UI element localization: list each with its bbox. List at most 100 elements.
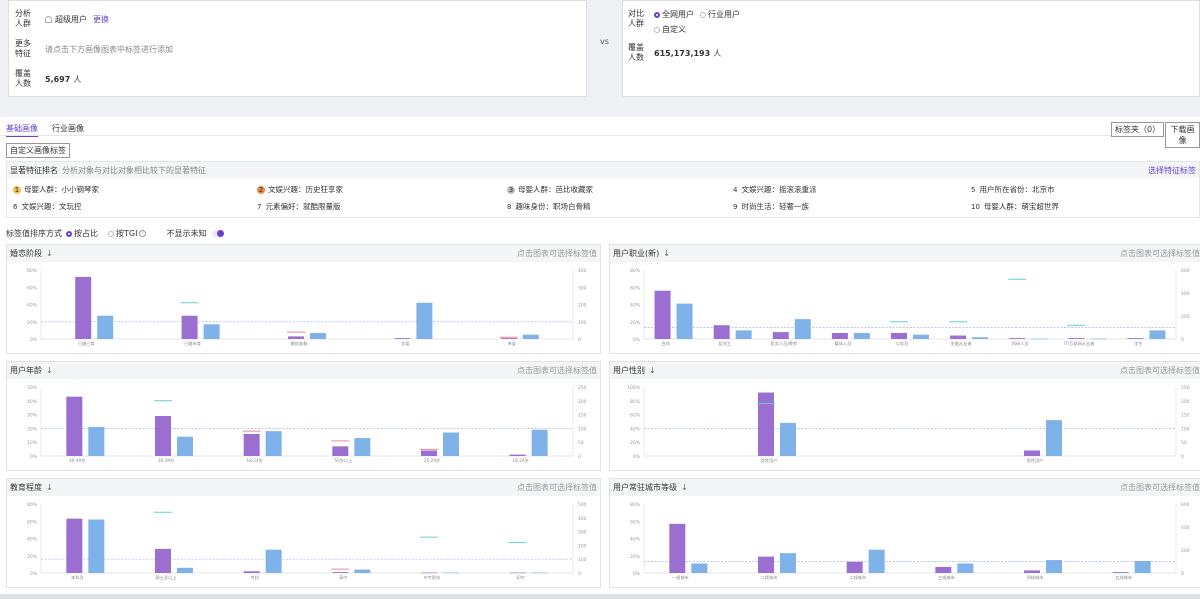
select-feature-link[interactable]: 选择特征标签 (1148, 165, 1196, 176)
chart-panel-education[interactable]: 教育程度 ↓ 点击图表可选择标签值 0% 20% 40% 60% 80% 0 100 200 300 4… (6, 478, 601, 588)
feature-item[interactable]: 2 文娱兴趣：历史狂享家 (257, 184, 343, 195)
radio-label: 全网用户 (662, 10, 694, 19)
x-tick-label: 医务人员/教师 (771, 340, 798, 347)
y-tick-left: 40% (27, 399, 38, 405)
x-tick-label: 已婚已育 (78, 340, 95, 347)
sort-arrow-icon[interactable]: ↓ (46, 249, 53, 258)
bar-compare (97, 315, 114, 339)
target-group-box: 分析人群 超级用户 更换 更多特征 请点击下方画像图表中标签进行添加 覆盖人数 … (8, 0, 587, 97)
bar-compare (1134, 560, 1151, 573)
feature-ranking: 显著特征排名 分析对象与对比对象相比较下的显著特征 选择特征标签 1 母婴人群：小… (6, 161, 1200, 218)
y-tick-right: 0 (1181, 337, 1184, 343)
bar-compare (913, 334, 929, 339)
sort-arrow-icon[interactable]: ↓ (46, 483, 53, 492)
chart-panel-age[interactable]: 用户年龄 ↓ 点击图表可选择标签值 0% 10% 20% 30% 40% 50% 0 50 100 15… (6, 361, 601, 471)
y-tick-right: 100 (1181, 426, 1190, 432)
y-tick-right: 600 (1181, 502, 1190, 508)
bar-compare (354, 569, 371, 573)
compare-coverage-value: 615,173,193 (654, 48, 711, 58)
x-tick-label: 五线城市 (1115, 574, 1132, 581)
custom-tag-button[interactable]: 自定义画像标签 (6, 143, 70, 158)
feature-item[interactable]: 5 用户所在省份：北京市 (971, 184, 1054, 195)
bar-target (713, 325, 730, 339)
feature-item[interactable]: 7 元素偏好：就酷限量版 (257, 201, 340, 212)
feature-item[interactable]: 9 时尚生活：轻奢一族 (733, 201, 809, 212)
y-tick-left: 80% (630, 399, 641, 405)
sort-arrow-icon[interactable]: ↓ (663, 249, 670, 258)
chart-hint: 点击图表可选择标签值 (517, 249, 597, 258)
chart-svg: 0% 10% 20% 30% 40% 50% 0 50 100 150 200 250 40-49岁 30… (27, 385, 587, 464)
rank-number: 8 (507, 202, 512, 211)
chart-header: 用户常驻城市等级 ↓ 点击图表可选择标签值 (610, 479, 1200, 496)
sort-arrow-icon[interactable]: ↓ (681, 483, 688, 492)
feature-item[interactable]: 1 母婴人群：小小钢琴家 (13, 184, 99, 195)
more-label: 更多特征 (15, 39, 31, 58)
help-icon[interactable]: ? (139, 230, 147, 237)
y-tick-right: 200 (578, 543, 587, 549)
chart-hint: 点击图表可选择标签值 (1120, 483, 1200, 492)
bar-target (500, 338, 517, 339)
chart-hint: 点击图表可选择标签值 (1120, 249, 1200, 258)
bar-compare (531, 572, 548, 574)
y-tick-left: 60% (27, 285, 38, 291)
chart-panel-occupation[interactable]: 用户职业(新) ↓ 点击图表可选择标签值 0% 20% 40% 60% 80% 0 200 400 6… (609, 244, 1200, 354)
y-tick-left: 40% (630, 303, 641, 309)
tab-divider (0, 135, 1200, 136)
group-value: 超级用户 (55, 14, 87, 24)
bar-target (243, 433, 260, 456)
radio-all-users[interactable]: 全网用户 (654, 9, 694, 20)
y-tick-right: 0 (578, 337, 581, 343)
sort-arrow-icon[interactable]: ↓ (46, 366, 53, 375)
rank-medal-icon: 3 (507, 185, 515, 194)
radio-industry-users[interactable]: 行业用户 (700, 9, 740, 20)
y-tick-left: 0% (633, 571, 641, 577)
feature-desc: 分析对象与对比对象相比较下的显著特征 (62, 165, 206, 175)
download-portrait-button[interactable]: 下载画像 (1165, 122, 1200, 148)
bar-target (758, 392, 774, 456)
tag-folder-button[interactable]: 标签夹（0） (1111, 122, 1165, 137)
chart-panel-marriage[interactable]: 婚恋阶段 ↓ 点击图表可选择标签值 0% 20% 40% 60% 80% 0 100 200 300 4… (6, 244, 601, 354)
bar-target (181, 315, 198, 339)
feature-item[interactable]: 3 母婴人群：芭比收藏家 (507, 184, 593, 195)
radio-by-ratio[interactable]: 按占比 (66, 228, 98, 239)
hide-unknown-toggle[interactable] (212, 230, 225, 237)
bar-compare (780, 553, 796, 573)
bar-target (772, 332, 789, 339)
feature-item[interactable]: 8 趣味身份：职场白骨精 (507, 201, 590, 212)
bar-target (950, 335, 967, 339)
radio-by-tgi[interactable]: 按TGI? (108, 228, 147, 239)
bar-target (75, 276, 92, 339)
chart-panel-city[interactable]: 用户常驻城市等级 ↓ 点击图表可选择标签值 0% 20% 40% 60% 80% 0 200 400… (609, 478, 1200, 588)
chart-header: 用户职业(新) ↓ 点击图表可选择标签值 (610, 245, 1200, 262)
radio-dot (700, 11, 706, 18)
chart-header: 用户年龄 ↓ 点击图表可选择标签值 (7, 362, 600, 379)
feature-item[interactable]: 6 文娱兴趣：文玩控 (13, 201, 81, 212)
bar-target (1112, 572, 1129, 573)
compare-coverage-unit: 人 (713, 48, 722, 58)
feature-item[interactable]: 4 文娱兴趣：摇滚滚重派 (733, 184, 816, 195)
x-tick-label: 硕士及以上 (156, 574, 177, 581)
radio-custom[interactable]: 自定义 (654, 24, 686, 35)
chart-svg: 0% 20% 40% 60% 80% 100% 0 50 100 150 200 250 女性用户 男性用… (627, 385, 1190, 464)
portrait-panel: 基础画像 行业画像 标签夹（0） 下载画像 自定义画像标签 显著特征排名 分析对… (0, 117, 1200, 599)
bar-target (243, 571, 260, 573)
sort-arrow-icon[interactable]: ↓ (649, 366, 656, 375)
feature-text: 文娱兴趣：历史狂享家 (268, 185, 343, 194)
chart-svg: 0% 20% 40% 60% 80% 0 200 400 600 一线城市 二线城市 二线城市 三线城市… (630, 502, 1190, 581)
horizontal-scrollbar[interactable] (0, 594, 1200, 599)
change-group-link[interactable]: 更换 (93, 14, 109, 25)
bar-compare (1149, 330, 1166, 339)
chart-panel-gender[interactable]: 用户性别 ↓ 点击图表可选择标签值 0% 20% 40% 60% 80% 100% 0 50 100 1… (609, 361, 1200, 471)
bar-compare (1046, 420, 1062, 456)
y-tick-left: 40% (630, 426, 641, 432)
x-tick-label: 婚前准备 (291, 340, 309, 347)
y-tick-right: 200 (1181, 314, 1190, 320)
feature-item[interactable]: 10 母婴人群：萌宝超世界 (971, 201, 1059, 212)
y-tick-left: 80% (630, 268, 641, 274)
y-tick-right: 50 (1181, 440, 1187, 446)
bar-target (846, 561, 863, 573)
bar-compare (972, 337, 989, 339)
chart-title: 婚恋阶段 (10, 249, 42, 258)
feature-text: 文娱兴趣：摇滚滚重派 (741, 185, 817, 194)
y-tick-right: 200 (578, 303, 587, 309)
